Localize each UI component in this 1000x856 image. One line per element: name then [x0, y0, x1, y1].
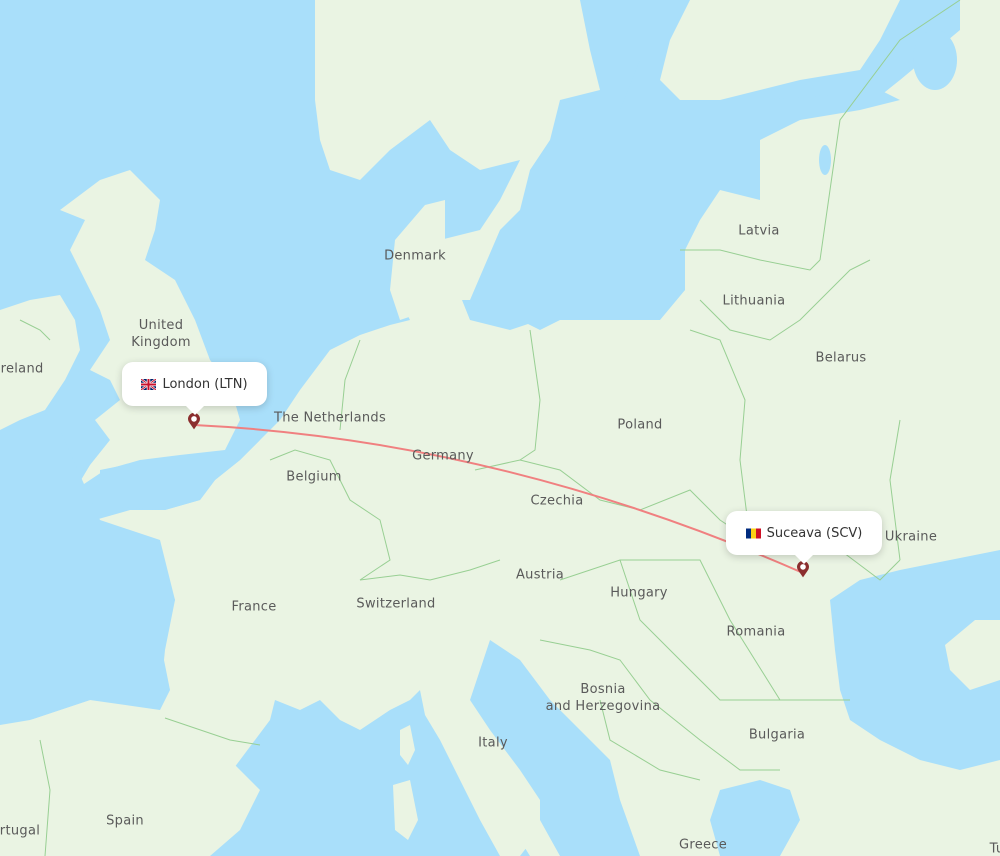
gb-flag-icon — [141, 378, 157, 390]
origin-marker-icon[interactable] — [187, 412, 201, 430]
country-label-united-kingdom: United Kingdom — [131, 318, 191, 350]
country-label-italy: Italy — [478, 735, 508, 751]
origin-callout[interactable]: London (LTN) — [122, 362, 267, 415]
country-label-france: France — [231, 599, 277, 615]
origin-label: London (LTN) — [162, 376, 248, 392]
country-label-czechia: Czechia — [530, 493, 584, 509]
country-label-hungary: Hungary — [610, 585, 668, 601]
country-label-ukraine: Ukraine — [884, 529, 938, 545]
country-label-spain: Spain — [106, 813, 144, 829]
map-view[interactable]: Ireland United Kingdom Denmark The Nethe… — [0, 0, 1000, 856]
country-label-switzerland: Switzerland — [356, 596, 436, 612]
country-label-netherlands: The Netherlands — [273, 410, 387, 426]
route-layer — [193, 424, 804, 574]
country-label-bulgaria: Bulgaria — [748, 727, 806, 743]
country-label-austria: Austria — [515, 567, 565, 583]
country-label-belarus: Belarus — [815, 350, 867, 366]
country-label-latvia: Latvia — [738, 223, 780, 239]
flight-route-line — [193, 424, 804, 574]
destination-callout[interactable]: Suceava (SCV) — [726, 511, 882, 564]
country-label-greece: Greece — [678, 837, 728, 853]
country-label-lithuania: Lithuania — [722, 293, 786, 309]
country-label-bosnia: Bosnia and Herzegovina — [545, 682, 661, 714]
country-label-ireland: Ireland — [0, 361, 44, 377]
country-label-portugal: Portugal — [0, 823, 41, 839]
country-label-turkey: Tu — [989, 841, 1000, 856]
destination-label: Suceava (SCV) — [766, 525, 863, 541]
country-label-belgium: Belgium — [286, 469, 342, 485]
ro-flag-icon — [745, 528, 761, 539]
country-label-romania: Romania — [726, 624, 786, 640]
country-label-poland: Poland — [617, 417, 663, 433]
country-label-denmark: Denmark — [384, 248, 446, 264]
country-label-germany: Germany — [412, 448, 474, 464]
